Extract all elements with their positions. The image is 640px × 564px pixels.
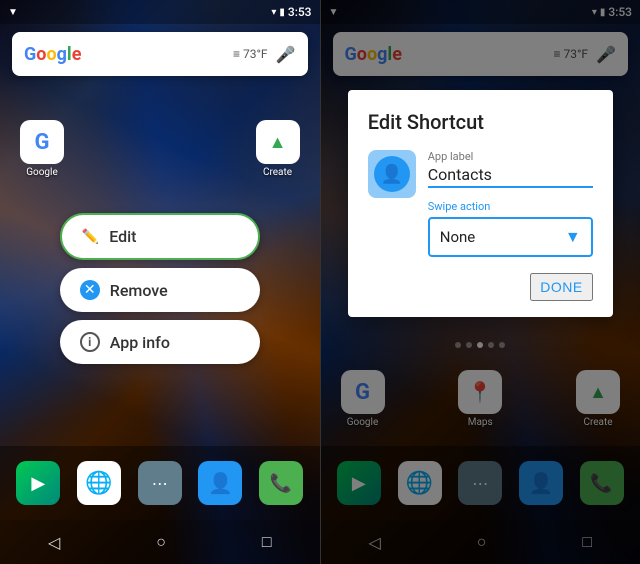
battery-icon: ▮ (279, 7, 285, 18)
top-apps-row: G Google ▲ Create (0, 120, 320, 178)
back-button-1[interactable]: ◁ (48, 533, 60, 552)
dialog-overlay: Edit Shortcut 👤 App label Contacts Swipe… (321, 0, 640, 564)
menu-appinfo[interactable]: i App info (60, 320, 260, 364)
edit-icon: ✏️ (82, 229, 99, 245)
app-drive[interactable]: ▲ Create (256, 120, 300, 178)
app-label-field-label: App label (428, 150, 593, 163)
dialog-title: Edit Shortcut (368, 110, 593, 134)
screen1: ▼ ▾ ▮ 3:53 Google ≡ 73°F 🎤 G Google ▲ Cr… (0, 0, 320, 564)
launcher-icon: ⋯ (138, 461, 182, 505)
avatar-person-icon: 👤 (381, 164, 403, 185)
phone-icon: 📞 (259, 461, 303, 505)
avatar-icon: 👤 (374, 156, 410, 192)
home-button-1[interactable]: ○ (156, 532, 166, 552)
app-google[interactable]: G Google (20, 120, 64, 178)
swipe-action-label: Swipe action (428, 200, 593, 213)
google-app-icon: G (20, 120, 64, 164)
remove-label: Remove (110, 281, 168, 300)
edit-label: Edit (109, 227, 136, 246)
nav-bar-1: ◁ ○ □ (0, 520, 320, 564)
screen2: ▼ ▾ ▮ 3:53 Google ≡ 73°F 🎤 Edit Shortcut… (321, 0, 640, 564)
menu-edit[interactable]: ✏️ Edit (60, 213, 260, 260)
dropdown-arrow-icon: ▼ (565, 227, 581, 247)
signal-icon: ▼ (8, 7, 18, 18)
swipe-action-select[interactable]: None ▼ (428, 217, 593, 257)
dialog-fields: App label Contacts Swipe action None ▼ (428, 150, 593, 257)
edit-shortcut-dialog: Edit Shortcut 👤 App label Contacts Swipe… (348, 90, 613, 317)
info-icon: i (80, 332, 100, 352)
dialog-content-row: 👤 App label Contacts Swipe action None ▼ (368, 150, 593, 257)
playstore-icon: ▶ (16, 461, 60, 505)
status-right-1: ▾ ▮ 3:53 (271, 5, 311, 19)
menu-remove[interactable]: ✕ Remove (60, 268, 260, 312)
google-app-label: Google (26, 167, 58, 178)
search-bar-1[interactable]: Google ≡ 73°F 🎤 (12, 32, 308, 76)
contacts-icon: 👤 (198, 461, 242, 505)
drive-app-icon: ▲ (256, 120, 300, 164)
dock-contacts[interactable]: 👤 (198, 461, 242, 505)
swipe-action-value: None (440, 228, 476, 246)
drive-app-label: Create (263, 167, 292, 178)
dock-phone[interactable]: 📞 (259, 461, 303, 505)
status-bar-1: ▼ ▾ ▮ 3:53 (0, 0, 320, 24)
dock-1: ▶ 🌐 ⋯ 👤 📞 (0, 446, 320, 520)
status-left-1: ▼ (8, 7, 18, 18)
mic-icon-1[interactable]: 🎤 (276, 45, 296, 64)
weather-display-1: ≡ 73°F (233, 47, 268, 61)
dock-launcher[interactable]: ⋯ (138, 461, 182, 505)
recent-button-1[interactable]: □ (262, 532, 272, 552)
time-display-1: 3:53 (288, 5, 312, 19)
dialog-actions: DONE (368, 273, 593, 301)
context-menu: ✏️ Edit ✕ Remove i App info (60, 213, 260, 364)
dock-chrome[interactable]: 🌐 (77, 461, 121, 505)
appinfo-label: App info (110, 333, 170, 352)
dock-playstore[interactable]: ▶ (16, 461, 60, 505)
remove-icon: ✕ (80, 280, 100, 300)
done-button[interactable]: DONE (530, 273, 592, 301)
contacts-avatar: 👤 (368, 150, 416, 198)
wifi-icon: ▾ (271, 7, 276, 18)
google-logo-1: Google (24, 44, 81, 65)
app-name-field[interactable]: Contacts (428, 165, 593, 188)
chrome-icon: 🌐 (77, 461, 121, 505)
